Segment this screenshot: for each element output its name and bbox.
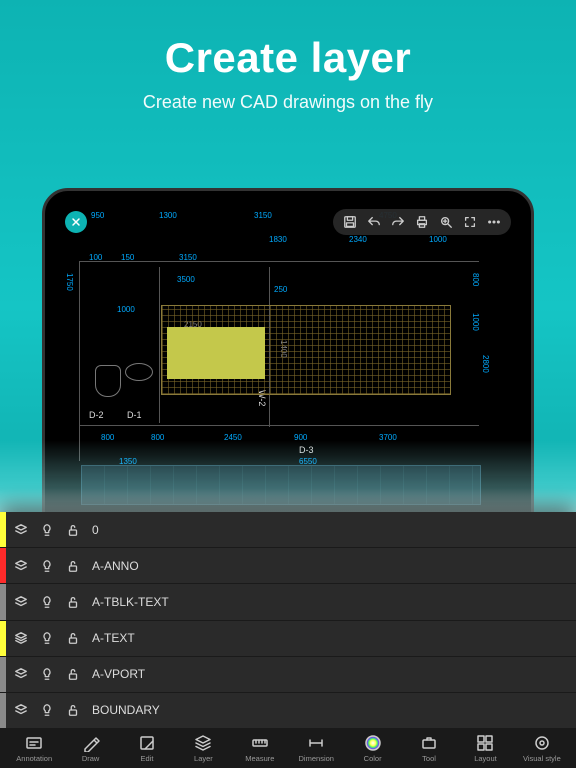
layer-name: A-ANNO: [92, 559, 139, 573]
bulb-icon[interactable]: [34, 595, 60, 609]
bottom-tab-bar: Annotation Draw Edit Layer Measure Dimen…: [0, 728, 576, 768]
tab-label: Tool: [422, 754, 436, 763]
top-toolbar: [333, 209, 511, 235]
tab-dimension[interactable]: Dimension: [288, 734, 344, 763]
dim-label: 3500: [177, 275, 195, 284]
dim-label: 3700: [379, 433, 397, 442]
hero-title: Create layer: [0, 34, 576, 82]
door-tag: D-3: [299, 445, 314, 455]
layer-color-chip: [0, 512, 6, 547]
layer-row[interactable]: A-ANNO: [0, 548, 576, 584]
dim-label: 800: [101, 433, 114, 442]
layers-icon[interactable]: [8, 559, 34, 573]
hero: Create layer Create new CAD drawings on …: [0, 0, 576, 113]
tab-label: Visual style: [523, 754, 561, 763]
hero-subtitle: Create new CAD drawings on the fly: [0, 92, 576, 113]
dim-label: 800: [471, 273, 480, 286]
layer-row[interactable]: A-TBLK-TEXT: [0, 584, 576, 620]
dim-label: 1000: [471, 313, 480, 331]
bulb-icon[interactable]: [34, 667, 60, 681]
layer-color-chip: [0, 548, 6, 583]
dim-label: 1000: [117, 305, 135, 314]
tab-label: Draw: [82, 754, 100, 763]
dim-label: 1000: [429, 235, 447, 244]
layer-color-chip: [0, 584, 6, 619]
layer-name: A-VPORT: [92, 667, 145, 681]
highlight-block: [167, 327, 265, 379]
dim-label: 950: [91, 211, 104, 220]
redo-icon[interactable]: [391, 215, 405, 229]
dim-label: 1300: [159, 211, 177, 220]
bulb-icon[interactable]: [34, 523, 60, 537]
tab-label: Color: [364, 754, 382, 763]
tab-label: Dimension: [299, 754, 334, 763]
dim-label: 2340: [349, 235, 367, 244]
undo-icon[interactable]: [367, 215, 381, 229]
tab-label: Layout: [474, 754, 497, 763]
dim-label: 900: [294, 433, 307, 442]
layers-icon[interactable]: [8, 667, 34, 681]
lock-open-icon[interactable]: [60, 595, 86, 609]
lock-open-icon[interactable]: [60, 667, 86, 681]
layer-name: BOUNDARY: [92, 703, 160, 717]
tab-label: Edit: [141, 754, 154, 763]
tab-edit[interactable]: Edit: [119, 734, 175, 763]
layer-color-chip: [0, 693, 6, 728]
layer-row[interactable]: A-VPORT: [0, 657, 576, 693]
layer-name: A-TEXT: [92, 631, 135, 645]
door-tag: D-2: [89, 410, 104, 420]
tab-color[interactable]: Color: [344, 734, 400, 763]
dim-label: 800: [151, 433, 164, 442]
dim-label: 250: [274, 285, 287, 294]
dim-label: 1830: [269, 235, 287, 244]
door-tag: D-1: [127, 410, 142, 420]
lock-open-icon[interactable]: [60, 703, 86, 717]
lock-open-icon[interactable]: [60, 559, 86, 573]
tab-label: Layer: [194, 754, 213, 763]
dim-label: 2450: [224, 433, 242, 442]
save-icon[interactable]: [343, 215, 357, 229]
lock-open-icon[interactable]: [60, 631, 86, 645]
layers-icon[interactable]: [8, 595, 34, 609]
layer-name: A-TBLK-TEXT: [92, 595, 169, 609]
layer-color-chip: [0, 657, 6, 692]
layer-name: 0: [92, 523, 99, 537]
dim-label: 1750: [65, 273, 74, 291]
layer-row[interactable]: BOUNDARY: [0, 693, 576, 728]
layer-row[interactable]: 0: [0, 512, 576, 548]
tab-layout[interactable]: Layout: [457, 734, 513, 763]
print-icon[interactable]: [415, 215, 429, 229]
layer-row[interactable]: A-TEXT: [0, 621, 576, 657]
bulb-icon[interactable]: [34, 703, 60, 717]
zoom-icon[interactable]: [439, 215, 453, 229]
lock-open-icon[interactable]: [60, 523, 86, 537]
tab-layer[interactable]: Layer: [175, 734, 231, 763]
tab-draw[interactable]: Draw: [62, 734, 118, 763]
tab-label: Measure: [245, 754, 274, 763]
dim-label: 3150: [254, 211, 272, 220]
bulb-icon[interactable]: [34, 559, 60, 573]
layers-icon[interactable]: [8, 703, 34, 717]
tab-annotation[interactable]: Annotation: [6, 734, 62, 763]
layers-icon[interactable]: [8, 523, 34, 537]
tab-tool[interactable]: Tool: [401, 734, 457, 763]
tab-visual-style[interactable]: Visual style: [514, 734, 570, 763]
tab-label: Annotation: [16, 754, 52, 763]
layer-color-chip: [0, 621, 6, 656]
layers-active-icon[interactable]: [8, 631, 34, 645]
bulb-icon[interactable]: [34, 631, 60, 645]
dim-label: 2800: [481, 355, 490, 373]
more-icon[interactable]: [487, 215, 501, 229]
fullscreen-icon[interactable]: [463, 215, 477, 229]
close-button[interactable]: [65, 211, 87, 233]
layer-panel: 0 A-ANNO A-TBLK-TEXT A-TEXT A-VPORT BOUN…: [0, 512, 576, 728]
tab-measure[interactable]: Measure: [232, 734, 288, 763]
